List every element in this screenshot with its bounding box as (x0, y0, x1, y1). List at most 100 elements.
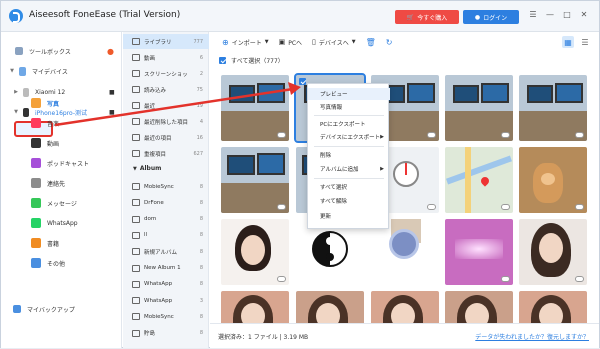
context-add-album[interactable]: アルバムに追加 ▶ (308, 163, 390, 175)
login-button[interactable]: ● ログイン (463, 10, 519, 24)
category-item[interactable]: 最近 19 (123, 98, 209, 113)
sidebar-my-devices[interactable]: ▼ マイデバイス (1, 62, 122, 80)
album-item[interactable]: WhatsApp 8 (123, 277, 209, 292)
menu-icon[interactable]: ☰ (527, 10, 539, 19)
cloud-icon (277, 132, 286, 138)
photo-thumbnail[interactable] (221, 147, 289, 213)
context-menu-label: 削除 (320, 153, 332, 159)
category-label: 読み込み (144, 87, 167, 94)
photo-thumbnail[interactable] (371, 291, 439, 323)
cloud-icon (575, 132, 584, 138)
category-item[interactable]: スクリーンショット 2 (123, 66, 209, 81)
album-item[interactable]: dom 8 (123, 212, 209, 227)
buy-now-button[interactable]: 🛒 今すぐ購入 (395, 10, 459, 24)
category-item[interactable]: 読み込み 75 (123, 82, 209, 97)
cloud-icon (575, 204, 584, 210)
photo-thumbnail[interactable] (519, 219, 587, 285)
category-item[interactable]: 最近の項目 16 (123, 130, 209, 145)
photo-thumbnail[interactable] (221, 75, 289, 141)
album-item[interactable]: ll 8 (123, 228, 209, 243)
whatsapp-icon (31, 218, 41, 228)
to-device-button[interactable]: ▯ デバイスへ ▼ (312, 38, 356, 47)
import-label: インポート (231, 39, 262, 47)
select-all-checkbox[interactable]: すべて選択（777） (219, 56, 284, 65)
category-count: 19 (196, 102, 203, 109)
photo-thumbnail[interactable] (519, 147, 587, 213)
photo-thumbnail[interactable] (445, 219, 513, 285)
sidebar-item-label: ポッドキャスト (47, 160, 90, 168)
menu-divider (314, 146, 384, 147)
context-delete[interactable]: 削除 (308, 149, 390, 161)
context-menu-label: 更新 (320, 214, 332, 220)
album-item[interactable]: 新規アルバム 8 (123, 244, 209, 259)
backup-label: マイバックアップ (27, 306, 75, 314)
delete-button[interactable]: 🗑 (366, 38, 376, 47)
context-select-all[interactable]: すべて選択 (308, 181, 390, 193)
album-item[interactable]: New Album 1 8 (123, 261, 209, 276)
sidebar-item-video[interactable]: 動画 (1, 134, 122, 152)
import-button[interactable]: ⊕ インポート ▼ (222, 38, 269, 47)
photo-thumbnail[interactable] (221, 291, 289, 323)
sidebar: ツールボックス ● ▼ マイデバイス ▶ Xiaomi 12 ■ ▼ iPhon… (1, 32, 122, 348)
selection-status: 選択済み：1 ファイル | 3.19 MB (218, 334, 309, 341)
minimize-icon[interactable]: — (544, 10, 556, 19)
context-refresh[interactable]: 更新 (308, 210, 390, 222)
sidebar-item-other[interactable]: その他 (1, 254, 122, 272)
sidebar-item-whatsapp[interactable]: WhatsApp (1, 214, 122, 232)
refresh-icon: ↻ (385, 37, 393, 47)
category-item[interactable]: 動画 6 (123, 50, 209, 65)
category-item[interactable]: ライブラリ 777 (123, 34, 209, 49)
chevron-down-icon: ▼ (351, 39, 356, 45)
maximize-icon[interactable]: □ (561, 10, 573, 19)
album-item[interactable]: MobieSync 8 (123, 179, 209, 194)
album-item[interactable]: DrFone 8 (123, 195, 209, 210)
sidebar-item-label: メッセージ (47, 200, 77, 208)
sidebar-item-music[interactable]: 音楽 (1, 114, 122, 132)
album-item[interactable]: MobieSync 8 (123, 309, 209, 324)
context-menu-label: PCにエクスポート (320, 122, 366, 128)
category-count: 6 (199, 54, 203, 61)
context-deselect-all[interactable]: すべて解除 (308, 195, 390, 207)
list-view-icon[interactable]: ☰ (579, 36, 591, 48)
grid-view-icon[interactable]: ▦ (562, 36, 574, 48)
album-icon (132, 313, 140, 321)
context-export-pc[interactable]: PCにエクスポート (308, 118, 390, 130)
photo-thumbnail[interactable] (221, 219, 289, 285)
category-label: 最近削除した項目 (144, 119, 189, 126)
toolbox-label: ツールボックス (29, 48, 71, 56)
sidebar-item-podcast[interactable]: ポッドキャスト (1, 154, 122, 172)
album-item[interactable]: WhatsApp 3 (123, 293, 209, 308)
album-item[interactable]: 貯島 8 (123, 326, 209, 341)
sidebar-item-messages[interactable]: メッセージ (1, 194, 122, 212)
device-icon: ▯ (312, 38, 316, 46)
photo-thumbnail[interactable] (445, 291, 513, 323)
refresh-button[interactable]: ↻ (386, 38, 393, 47)
context-menu-label: プレビュー (320, 92, 348, 98)
sidebar-item-books[interactable]: 書籍 (1, 234, 122, 252)
my-device-label: マイデバイス (32, 68, 68, 76)
album-icon (132, 329, 140, 337)
sidebar-item-photos[interactable]: 写真 (1, 94, 122, 112)
context-menu-label: 写真情報 (320, 105, 343, 111)
context-export-device[interactable]: デバイスにエクスポート ▶ (308, 131, 390, 143)
category-item[interactable]: 最近削除した項目 4 (123, 114, 209, 129)
to-pc-button[interactable]: ▣ PCへ (279, 38, 302, 47)
folder-icon (132, 38, 140, 45)
sidebar-item-backup[interactable]: マイバックアップ (1, 300, 122, 318)
recover-data-link[interactable]: データが失われましたか？復元しますか？ (475, 332, 589, 341)
photo-thumbnail[interactable] (445, 147, 513, 213)
photo-thumbnail[interactable] (519, 75, 587, 141)
album-count: 8 (199, 265, 203, 271)
sidebar-item-contacts[interactable]: 連絡先 (1, 174, 122, 192)
photo-thumbnail[interactable] (445, 75, 513, 141)
to-device-label: デバイスへ (318, 39, 349, 47)
photo-thumbnail[interactable] (519, 291, 587, 323)
category-item[interactable]: 重複項目 627 (123, 146, 209, 161)
context-photo-info[interactable]: 写真情報 (308, 101, 390, 113)
folder-icon (132, 70, 140, 77)
close-icon[interactable]: ✕ (578, 10, 590, 19)
context-preview[interactable]: プレビュー (308, 88, 390, 100)
category-label: ライブラリ (144, 39, 172, 46)
photo-thumbnail[interactable] (296, 291, 364, 323)
sidebar-item-toolbox[interactable]: ツールボックス ● (1, 42, 122, 60)
